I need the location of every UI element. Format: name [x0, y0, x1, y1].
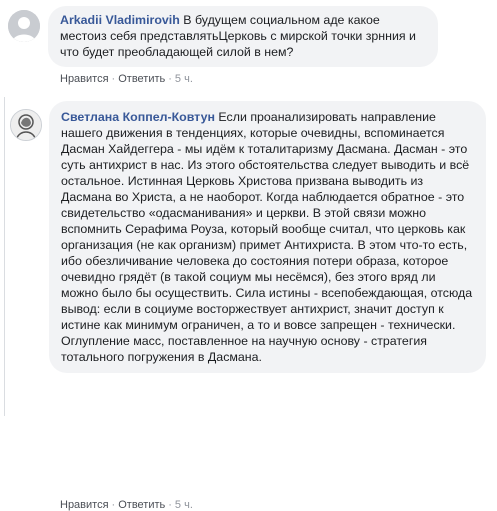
like-link[interactable]: Нравится	[60, 73, 109, 85]
separator-dot: ·	[111, 499, 116, 511]
separator-dot: ·	[111, 73, 116, 85]
default-avatar-icon	[8, 10, 40, 42]
comment-bubble: Светлана Коппел-Ковтун Если проанализиро…	[49, 101, 486, 373]
avatar[interactable]	[10, 109, 42, 141]
timestamp[interactable]: 5 ч.	[175, 73, 193, 85]
avatar[interactable]	[8, 10, 40, 42]
comment-actions: Нравится · Ответить · 5 ч.	[60, 73, 193, 85]
comment-actions: Нравится · Ответить · 5 ч.	[60, 499, 193, 511]
separator-dot: ·	[168, 73, 172, 85]
timestamp[interactable]: 5 ч.	[175, 499, 193, 511]
reply-link[interactable]: Ответить	[118, 73, 165, 85]
comment-text: Если проанализировать направление нашего…	[61, 110, 473, 364]
comment-author[interactable]: Arkadii Vladimirovih	[60, 13, 180, 27]
reply-link[interactable]: Ответить	[118, 499, 165, 511]
thread-line	[4, 97, 5, 416]
comment-bubble: Arkadii Vladimirovih В будущем социально…	[48, 6, 438, 67]
comment-1: Arkadii Vladimirovih В будущем социально…	[0, 0, 497, 85]
like-link[interactable]: Нравится	[60, 499, 109, 511]
profile-photo-icon	[11, 110, 41, 140]
separator-dot: ·	[168, 499, 172, 511]
comment-author[interactable]: Светлана Коппел-Ковтун	[61, 110, 215, 124]
